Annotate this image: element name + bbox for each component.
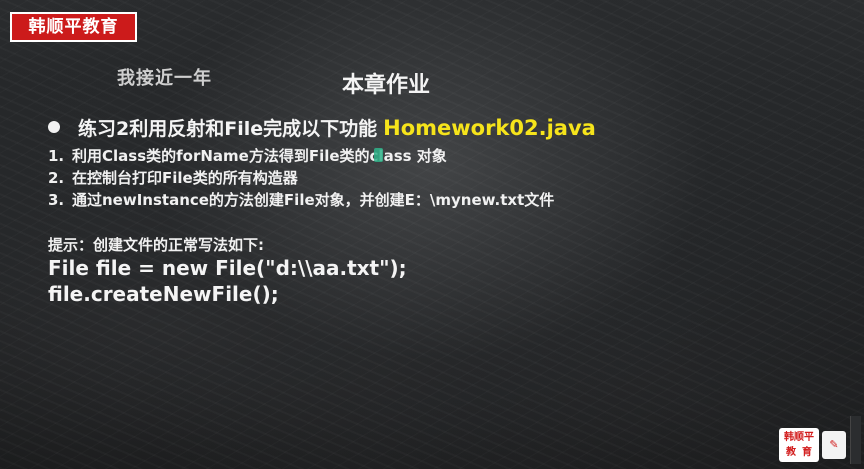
watermark-text: 我接近一年 [117,68,212,89]
slide: 韩顺平教育 我接近一年 本章作业 练习2利用反射和File完成以下功能 Homew… [0,0,864,469]
scrollbar[interactable] [850,416,861,464]
corner-brand-logo: 韩顺平 教育 [779,428,819,462]
chapter-title: 本章作业 [342,73,431,98]
bullet-icon [48,121,60,133]
brand-logo: 韩顺平教育 [10,12,137,42]
step-number: 2. [48,169,65,187]
step-text: 利用Class类的forName方法得到File类的class 对象 [72,147,447,165]
step-text: 通过newInstance的方法创建File对象，并创建E：\mynew.txt… [72,191,555,209]
steps-list: 1. 利用Class类的forName方法得到File类的class 对象 2. 在… [48,145,554,211]
code-line-1: File file = new File("d:\\aa.txt"); [48,256,407,280]
task-heading: 练习2利用反射和File完成以下功能 Homework02.java [48,114,596,141]
list-item: 1. 利用Class类的forName方法得到File类的class 对象 [48,145,554,167]
task-heading-text: 练习2利用反射和File完成以下功能 [78,118,378,140]
side-badge-icon[interactable]: ✎ [822,431,846,459]
code-line-2: file.createNewFile(); [48,282,279,306]
homework-filename: Homework02.java [383,116,596,140]
step-text: 在控制台打印File类的所有构造器 [72,169,298,187]
hint-text: 提示：创建文件的正常写法如下: [48,236,265,254]
cursor-icon [374,148,383,162]
step-number: 1. [48,147,65,165]
corner-logo-bottom: 教育 [786,447,818,458]
list-item: 2. 在控制台打印File类的所有构造器 [48,167,554,189]
step-number: 3. [48,191,65,209]
corner-logo-top: 韩顺平 [784,432,814,443]
list-item: 3. 通过newInstance的方法创建File对象，并创建E：\mynew.t… [48,189,554,211]
